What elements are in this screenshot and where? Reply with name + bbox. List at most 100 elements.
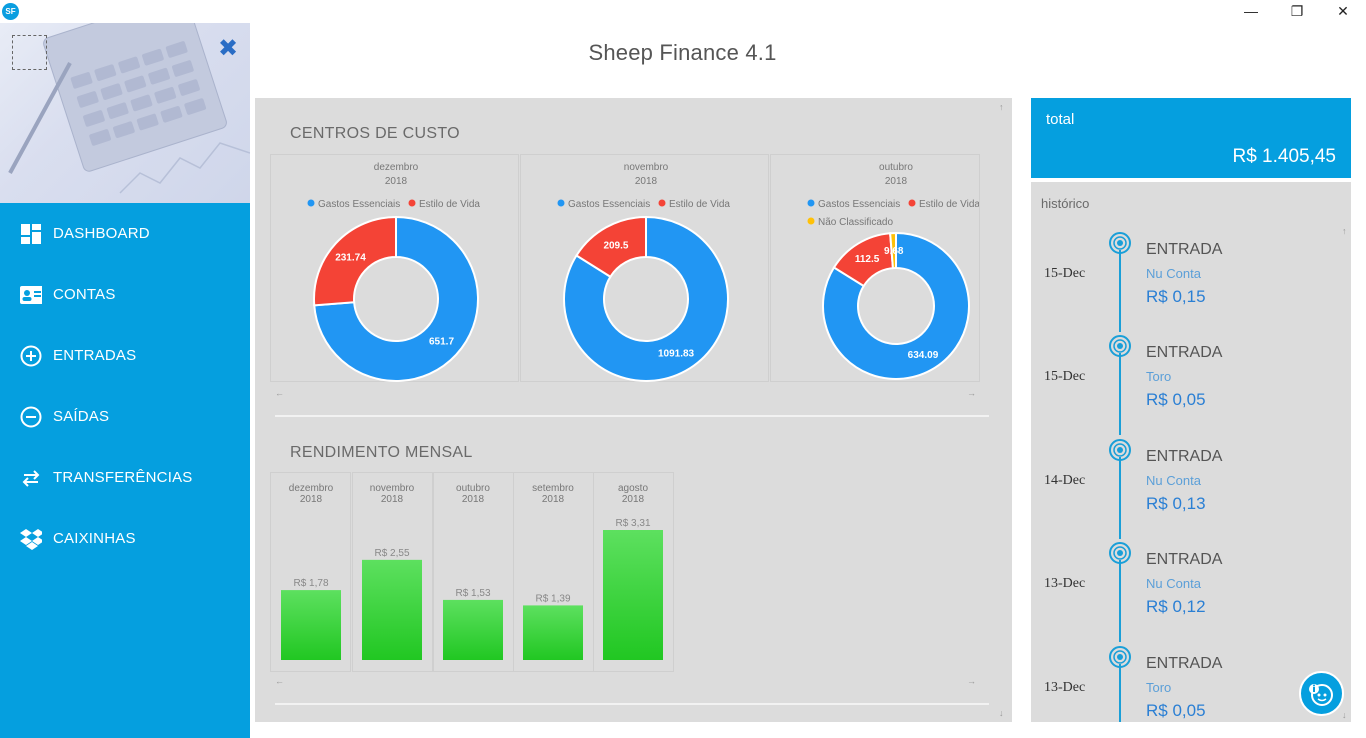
history-amount: R$ 0,05	[1146, 701, 1206, 720]
history-date: 15-Dec	[1044, 369, 1086, 384]
bar-value-label: R$ 3,31	[615, 518, 650, 529]
sidebar-item-contas[interactable]: CONTAS	[0, 264, 250, 325]
history-item[interactable]: 15-Dec ENTRADA Toro R$ 0,05	[1031, 335, 1351, 439]
sidebar-item-saidas[interactable]: SAÍDAS	[0, 386, 250, 447]
legend-label-essential: Gastos Essenciais	[568, 199, 650, 210]
scroll-right-arrow[interactable]: →	[967, 388, 976, 398]
chart-year-label: 2018	[385, 176, 408, 187]
scroll-right-arrow[interactable]: →	[967, 676, 976, 686]
scroll-left-arrow[interactable]: ←	[275, 676, 284, 686]
section-divider	[275, 415, 989, 417]
dashboard-panel[interactable]: ↑ ↓ CENTROS DE CUSTO dezembro 2018 Gasto…	[255, 98, 1012, 722]
scroll-up-arrow[interactable]: ↑	[999, 102, 1004, 112]
scroll-down-arrow[interactable]: ↓	[999, 708, 1004, 718]
legend-label-essential: Gastos Essenciais	[318, 199, 400, 210]
bar-agosto[interactable]	[603, 530, 663, 660]
legend-label-lifestyle: Estilo de Vida	[669, 199, 730, 210]
donut-value-label: 9.68	[884, 246, 904, 257]
sidebar-nav: DASHBOARD CONTAS ENTRADAS SAÍDAS TRANSFE…	[0, 203, 250, 569]
donut-value-label: 209.5	[603, 240, 628, 251]
chart-month-label: outubro	[879, 162, 913, 173]
bar-value-label: R$ 1,53	[455, 588, 490, 599]
sidebar: ✖ DASHBOARD CONTAS ENTRADAS SAÍDAS TRANS…	[0, 23, 250, 738]
bar-setembro[interactable]	[523, 605, 583, 660]
legend-dot-essential	[807, 199, 815, 207]
history-item[interactable]: 14-Dec ENTRADA Nu Conta R$ 0,13	[1031, 439, 1351, 543]
timeline-line	[1119, 560, 1121, 642]
scroll-left-arrow[interactable]: ←	[275, 388, 284, 398]
total-card: total R$ 1.405,45	[1031, 98, 1351, 178]
app-window: SF — ❐ ✕ Sheep Finance 4.1 ✖ DASHBOARD C…	[0, 0, 1366, 738]
bar-value-label: R$ 1,78	[293, 578, 328, 589]
history-item[interactable]: 13-Dec ENTRADA Nu Conta R$ 0,12	[1031, 542, 1351, 646]
history-account: Nu Conta	[1146, 576, 1201, 591]
history-title: histórico	[1041, 196, 1090, 211]
sidebar-item-label: TRANSFERÊNCIAS	[53, 469, 193, 486]
history-amount: R$ 0,12	[1146, 597, 1206, 616]
legend-label-essential: Gastos Essenciais	[818, 199, 900, 210]
history-account: Nu Conta	[1146, 473, 1201, 488]
donut-card-novembro: novembro 2018 Gastos Essenciais Estilo d…	[520, 154, 769, 382]
history-item[interactable]: 15-Dec ENTRADA Nu Conta R$ 0,15	[1031, 232, 1351, 336]
history-type: ENTRADA	[1146, 655, 1223, 672]
section-divider	[275, 703, 989, 705]
minus-circle-icon	[20, 406, 42, 428]
rendimento-section-title: RENDIMENTO MENSAL	[290, 444, 473, 461]
legend-dot-lifestyle	[408, 199, 416, 207]
donut-value-label: 651.7	[429, 337, 454, 348]
sheep-logo-icon: SF	[2, 3, 19, 20]
bar-year-label: 2018	[462, 494, 485, 505]
dashboard-icon	[20, 223, 42, 245]
donut-card-outubro: outubro 2018 Gastos Essenciais Estilo de…	[770, 154, 980, 382]
bar-year-label: 2018	[300, 494, 323, 505]
sidebar-item-label: CAIXINHAS	[53, 530, 136, 547]
bar-year-label: 2018	[622, 494, 645, 505]
sidebar-item-label: ENTRADAS	[53, 347, 137, 364]
bar-novembro[interactable]	[362, 559, 422, 660]
avatar-placeholder[interactable]	[12, 35, 47, 70]
history-date: 15-Dec	[1044, 266, 1086, 281]
bar-year-label: 2018	[542, 494, 565, 505]
timeline-line	[1119, 457, 1121, 539]
donut-value-label: 1091.83	[658, 349, 695, 360]
sidebar-item-entradas[interactable]: ENTRADAS	[0, 325, 250, 386]
timeline-marker-icon	[1109, 542, 1131, 564]
chart-year-label: 2018	[635, 176, 658, 187]
history-type: ENTRADA	[1146, 551, 1223, 568]
swap-arrows-icon	[20, 467, 42, 489]
timeline-marker-icon	[1109, 335, 1131, 357]
history-date: 13-Dec	[1044, 576, 1086, 591]
history-panel[interactable]: histórico ↑ ↓ 15-Dec ENTRADA Nu Conta R$…	[1031, 182, 1351, 722]
sidebar-item-transferencias[interactable]: TRANSFERÊNCIAS	[0, 447, 250, 508]
sidebar-item-dashboard[interactable]: DASHBOARD	[0, 203, 250, 264]
dropbox-icon	[20, 528, 42, 550]
donut-value-label: 112.5	[855, 254, 880, 265]
bar-value-label: R$ 1,39	[535, 593, 570, 604]
bar-dezembro[interactable]	[281, 590, 341, 660]
sidebar-item-caixinhas[interactable]: CAIXINHAS	[0, 508, 250, 569]
close-button[interactable]: ✕	[1320, 0, 1366, 22]
bar-month-label: agosto	[618, 483, 648, 494]
info-sheep-fab-button[interactable]	[1299, 671, 1344, 716]
contact-card-icon	[20, 284, 42, 306]
chart-year-label: 2018	[885, 176, 908, 187]
bar-outubro[interactable]	[443, 599, 503, 660]
donut-value-label: 634.09	[908, 350, 939, 361]
maximize-button[interactable]: ❐	[1274, 0, 1320, 22]
legend-dot-essential	[557, 199, 565, 207]
legend-dot-lifestyle	[658, 199, 666, 207]
close-menu-icon[interactable]: ✖	[216, 37, 240, 61]
timeline-line	[1119, 353, 1121, 435]
minimize-button[interactable]: —	[1228, 0, 1274, 22]
bar-chart-rendimento: dezembro2018R$ 1,78novembro2018R$ 2,55ou…	[281, 483, 663, 660]
legend-label-unclassified: Não Classificado	[818, 217, 893, 228]
donut-chart-novembro: novembro 2018 Gastos Essenciais Estilo d…	[557, 162, 730, 382]
history-date: 13-Dec	[1044, 680, 1086, 695]
bar-month-label: dezembro	[289, 483, 334, 494]
timeline-marker-icon	[1109, 439, 1131, 461]
total-value: R$ 1.405,45	[1232, 146, 1336, 167]
sheep-info-icon	[1308, 683, 1333, 706]
calculator-banner-image: ✖	[0, 23, 250, 203]
donut-chart-outubro: outubro 2018 Gastos Essenciais Estilo de…	[807, 162, 979, 380]
donut-value-label: 231.74	[335, 252, 366, 263]
